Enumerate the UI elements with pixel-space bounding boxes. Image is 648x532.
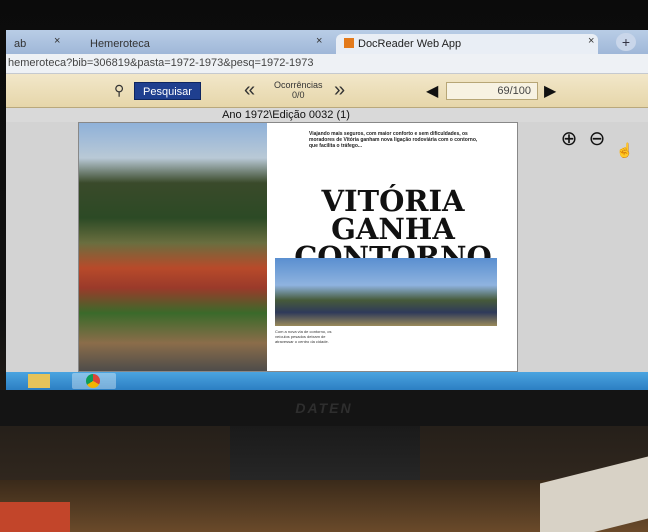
url-text: hemeroteca?bib=306819&pasta=1972-1973&pe… <box>8 57 314 69</box>
next-page-button[interactable]: ▶ <box>544 81 556 101</box>
zoom-in-icon[interactable]: ⊕ <box>558 128 580 150</box>
edition-title: Ano 1972\Edição 0032 (1) <box>222 109 350 121</box>
document-viewer[interactable]: Viajando mais seguros, com maior confort… <box>6 122 648 372</box>
monitor-screen: ab × Hemeroteca × DocReader Web App × + … <box>6 30 648 390</box>
viewer-toolbar: ⚲ Pesquisar « Ocorrências 0/0 » ◀ 69/100… <box>6 74 648 108</box>
occurrences-label: Ocorrências <box>274 80 323 90</box>
intro-text: Viajando mais seguros, com maior confort… <box>309 131 478 149</box>
next-occurrence-button[interactable]: » <box>334 80 345 100</box>
red-sticker <box>0 502 70 532</box>
road-photo <box>275 258 497 326</box>
tab-close-icon[interactable]: × <box>54 35 60 47</box>
newspaper-page: Viajando mais seguros, com maior confort… <box>78 122 518 372</box>
occurrences-counter: Ocorrências 0/0 <box>274 80 323 100</box>
tab-label: ab <box>14 38 27 50</box>
caption-text: Com a nova via de contorno, os veículos … <box>275 329 332 344</box>
search-button[interactable]: Pesquisar <box>134 82 201 100</box>
binoculars-icon[interactable]: ⚲ <box>114 82 124 99</box>
new-tab-button[interactable]: + <box>616 33 636 51</box>
tab-close-icon[interactable]: × <box>316 35 322 47</box>
chrome-icon[interactable] <box>86 374 100 388</box>
taskbar <box>6 372 648 390</box>
previous-occurrence-button[interactable]: « <box>244 80 255 100</box>
page-number-field[interactable]: 69/100 <box>446 82 538 100</box>
browser-tab-active[interactable]: DocReader Web App <box>336 34 598 54</box>
folder-icon[interactable] <box>28 374 50 388</box>
browser-tab[interactable]: Hemeroteca <box>82 34 322 54</box>
browser-tab-strip: ab × Hemeroteca × DocReader Web App × + <box>6 30 648 54</box>
address-bar[interactable]: hemeroteca?bib=306819&pasta=1972-1973&pe… <box>6 54 648 74</box>
tab-label: Hemeroteca <box>90 38 150 50</box>
tab-close-icon[interactable]: × <box>588 35 594 47</box>
monitor-brand: DATEN <box>295 400 353 416</box>
hand-cursor-icon: ☝ <box>616 142 634 158</box>
zoom-out-icon[interactable]: ⊖ <box>586 128 608 150</box>
landscape-photo <box>79 123 267 371</box>
tab-label: DocReader Web App <box>358 38 462 50</box>
previous-page-button[interactable]: ◀ <box>426 81 438 101</box>
occurrences-value: 0/0 <box>292 90 305 100</box>
favicon-icon <box>344 38 354 48</box>
